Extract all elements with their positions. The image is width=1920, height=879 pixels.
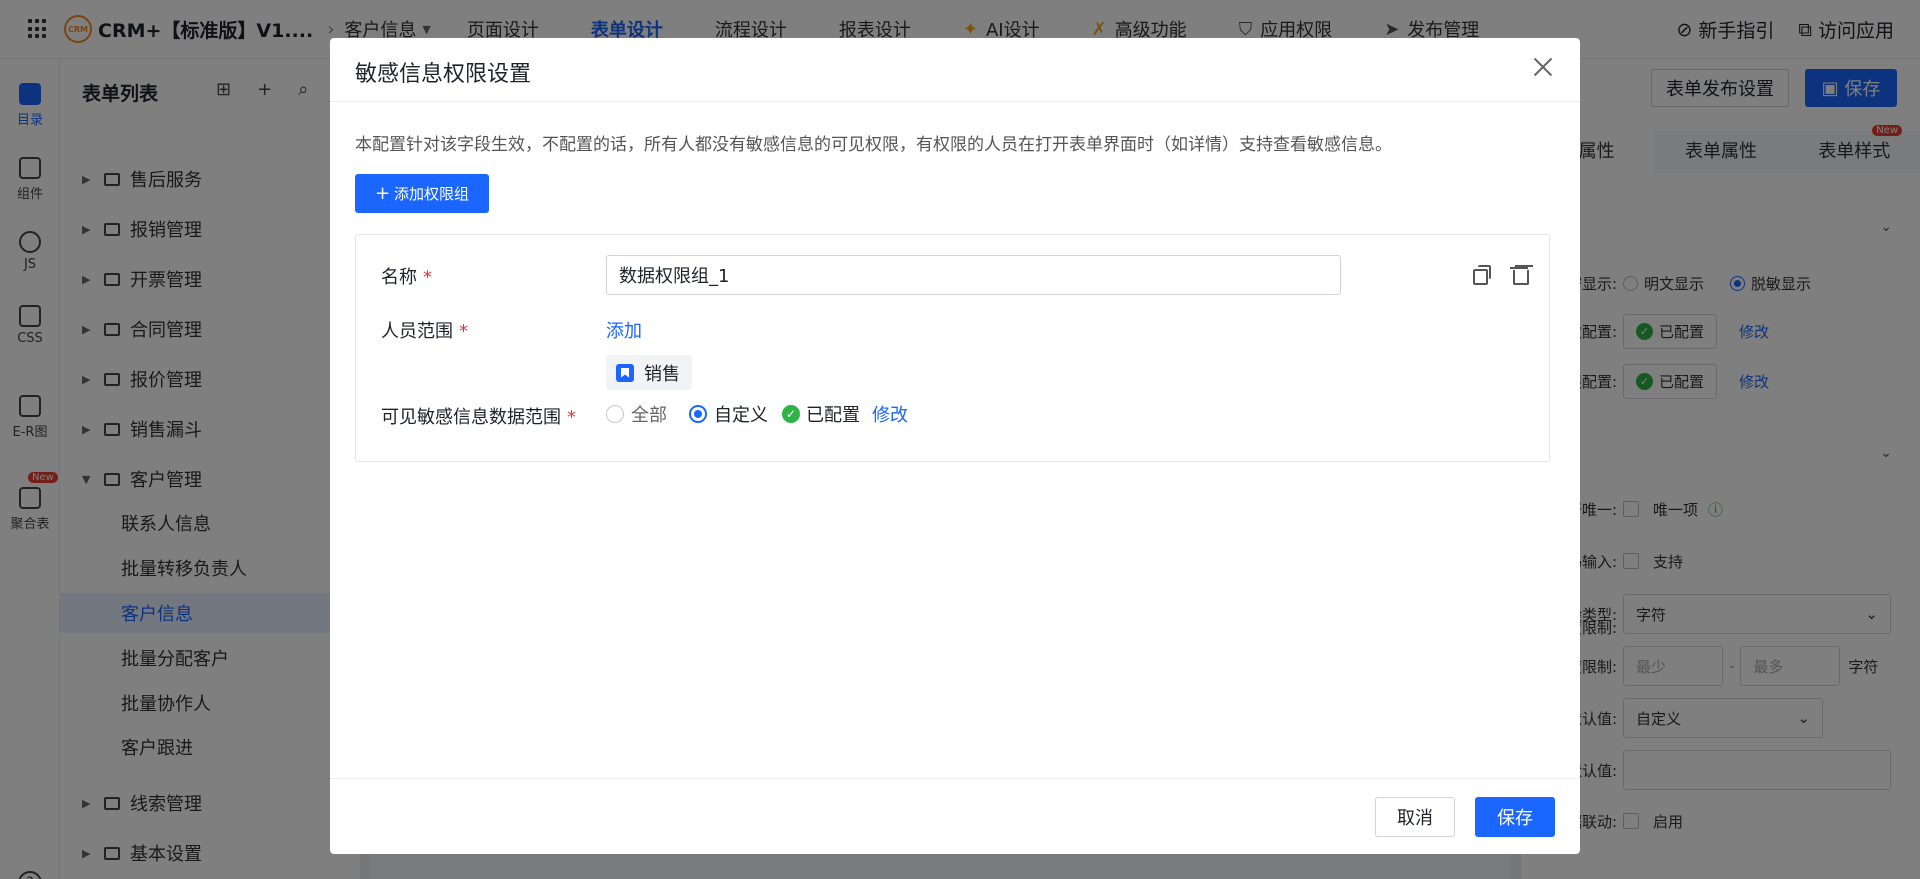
dialog-title: 敏感信息权限设置 — [355, 62, 532, 87]
edit-scope-link[interactable]: 修改 — [872, 401, 908, 427]
dialog-header: 敏感信息权限设置 — [330, 38, 1580, 102]
label-text: 人员范围 — [381, 321, 453, 342]
trash-icon[interactable] — [1510, 265, 1529, 285]
copy-icon[interactable] — [1473, 265, 1491, 285]
member-tag[interactable]: 销售 — [606, 355, 692, 390]
add-member-link[interactable]: 添加 — [606, 317, 642, 343]
department-icon — [616, 363, 634, 382]
label-text: 名称 — [381, 267, 417, 288]
required-mark: * — [459, 321, 468, 342]
radio-label: 自定义 — [714, 405, 768, 426]
sensitive-permission-dialog: 敏感信息权限设置 本配置针对该字段生效，不配置的话，所有人都没有敏感信息的可见权… — [330, 38, 1580, 854]
button-label: 添加权限组 — [394, 185, 470, 203]
scope-status: 已配置 — [806, 405, 860, 426]
group-name-input[interactable]: 数据权限组_1 — [606, 255, 1341, 295]
permission-group-card: 名称 * 数据权限组_1 人员范围 * 添加 销售 可见敏感信息数据范围 * 全部 自… — [355, 234, 1550, 462]
name-field-label: 名称 * — [381, 263, 432, 289]
radio-all[interactable] — [606, 405, 624, 423]
add-permission-group-button[interactable]: + 添加权限组 — [355, 174, 489, 213]
scope-field-label: 可见敏感信息数据范围 * — [381, 403, 576, 429]
label-text: 可见敏感信息数据范围 — [381, 407, 561, 428]
member-name: 销售 — [644, 363, 680, 385]
required-mark: * — [567, 407, 576, 428]
dialog-description: 本配置针对该字段生效，不配置的话，所有人都没有敏感信息的可见权限，有权限的人员在… — [355, 135, 1392, 155]
scope-options: 全部 自定义 ✓ 已配置 修改 — [606, 399, 908, 429]
dialog-footer: 取消 保存 — [330, 778, 1580, 854]
close-icon[interactable] — [1532, 56, 1554, 78]
members-field-label: 人员范围 * — [381, 317, 468, 343]
plus-icon: + — [374, 183, 391, 204]
required-mark: * — [423, 267, 432, 288]
check-circle-icon: ✓ — [782, 405, 800, 423]
save-button[interactable]: 保存 — [1475, 797, 1555, 837]
cancel-button[interactable]: 取消 — [1375, 797, 1455, 837]
radio-custom[interactable] — [689, 405, 707, 423]
radio-label: 全部 — [631, 405, 667, 426]
